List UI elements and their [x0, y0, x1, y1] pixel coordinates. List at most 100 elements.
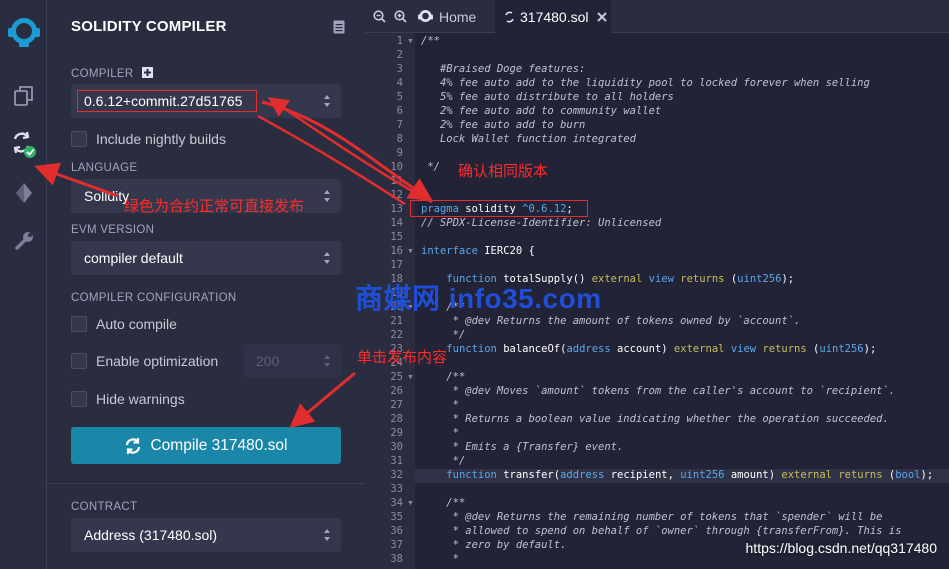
line-number: 4 [396, 77, 403, 89]
line-number: 27 [390, 399, 403, 411]
docs-icon[interactable] [333, 20, 345, 34]
remix-home-icon [418, 10, 433, 22]
confirm-version-annotation: 确认相同版本 [458, 163, 549, 180]
csdn-url-watermark: https://blog.csdn.net/qq317480 [743, 540, 939, 556]
deploy-run-icon[interactable] [0, 173, 47, 213]
line-number: 29 [390, 427, 403, 439]
code-line: * Returns a boolean value indicating whe… [421, 413, 889, 425]
zoom-in-icon[interactable] [394, 10, 407, 23]
compiler-label: COMPILER [71, 67, 153, 80]
panel-title: SOLIDITY COMPILER [71, 18, 227, 35]
compiler-version-highlight-box [77, 90, 257, 112]
fold-toggle-icon[interactable]: ▼ [407, 500, 414, 507]
compile-button[interactable]: Compile 317480.sol [71, 427, 341, 464]
code-line: */ [421, 455, 466, 467]
evm-version-label: EVM VERSION [71, 224, 155, 236]
editor-tab-bar: Home 317480.sol [365, 0, 949, 33]
code-line: * zero by default. [421, 539, 567, 551]
code-line: * @dev Moves `amount` tokens from the ca… [421, 385, 896, 397]
line-number: 1 [396, 35, 403, 47]
logo-icon[interactable] [0, 12, 47, 52]
line-number: 5 [396, 91, 403, 103]
line-number: 36 [390, 525, 403, 537]
compiler-panel: SOLIDITY COMPILER COMPILER 0.6.12+commit… [47, 0, 365, 569]
enable-optimization-checkbox[interactable] [71, 353, 87, 369]
language-label: LANGUAGE [71, 162, 138, 174]
code-line: function balanceOf(address account) exte… [446, 343, 877, 355]
line-number: 11 [390, 175, 403, 187]
line-number: 10 [390, 161, 403, 173]
line-number: 30 [390, 441, 403, 453]
stepper-arrows-icon[interactable] [323, 353, 331, 369]
line-number: 25 [390, 371, 403, 383]
refresh-icon [126, 437, 141, 454]
line-number: 2 [396, 49, 403, 61]
code-line: interface IERC20 { [421, 245, 535, 257]
auto-compile-option[interactable]: Auto compile [71, 316, 177, 332]
code-line: /** [421, 371, 466, 383]
tab-317480-sol[interactable]: 317480.sol [495, 0, 611, 33]
fold-toggle-icon[interactable]: ▼ [407, 38, 414, 45]
code-line: * Emits a {Transfer} event. [421, 441, 624, 453]
code-line: function transfer(address recipient, uin… [446, 469, 934, 481]
code-line: * [421, 553, 459, 565]
click-publish-annotation: 单击发布内容 [357, 349, 448, 366]
optimization-runs-input[interactable]: 200 [244, 344, 341, 378]
code-line: 4% fee auto add to the liquidity pool to… [421, 77, 870, 89]
green-status-annotation: 绿色为合约正常可直接发布 [124, 198, 305, 215]
language-value: Solidity [84, 188, 130, 204]
code-line: */ [421, 329, 466, 341]
code-line: * [421, 427, 459, 439]
line-number: 33 [390, 483, 403, 495]
line-number: 37 [390, 539, 403, 551]
line-number: 8 [396, 133, 403, 145]
add-compiler-icon[interactable] [141, 67, 153, 78]
select-arrows-icon [324, 190, 330, 202]
nightly-builds-option[interactable]: Include nightly builds [71, 131, 226, 147]
select-arrows-icon [324, 95, 330, 107]
solidity-compiler-icon[interactable] [0, 125, 47, 165]
code-line: * @dev Returns the remaining number of t… [421, 511, 883, 523]
line-number: 22 [390, 329, 403, 341]
select-arrows-icon [324, 529, 330, 541]
code-line: * allowed to spend on behalf of `owner` … [421, 525, 902, 537]
contract-value: Address (317480.sol) [84, 527, 218, 543]
file-explorer-icon[interactable] [0, 76, 47, 116]
line-number: 26 [390, 385, 403, 397]
panel-divider [47, 483, 365, 484]
line-number: 15 [390, 231, 403, 243]
contract-select[interactable]: Address (317480.sol) [71, 518, 341, 552]
zoom-out-icon[interactable] [373, 10, 386, 23]
auto-compile-checkbox[interactable] [71, 316, 87, 332]
line-number: 35 [390, 511, 403, 523]
evm-version-select[interactable]: compiler default [71, 241, 341, 275]
hide-warnings-option[interactable]: Hide warnings [71, 391, 185, 407]
code-line: /** [421, 497, 466, 509]
enable-optimization-option[interactable]: Enable optimization [71, 353, 218, 369]
line-number: 9 [396, 147, 403, 159]
select-arrows-icon [324, 252, 330, 264]
hide-warnings-checkbox[interactable] [71, 391, 87, 407]
watermark: 商媒网 info35.com [355, 283, 602, 314]
code-line: Lock Wallet function integrated [421, 133, 636, 145]
close-tab-icon[interactable] [596, 11, 607, 22]
line-number: 14 [390, 217, 403, 229]
code-line: // SPDX-License-Identifier: Unlicensed [421, 217, 662, 229]
line-number: 38 [390, 553, 403, 565]
fold-toggle-icon[interactable]: ▼ [407, 248, 414, 255]
code-line: 2% fee auto add to burn [421, 119, 586, 131]
line-number: 7 [396, 119, 403, 131]
nightly-builds-checkbox[interactable] [71, 131, 87, 147]
solidity-file-icon [505, 11, 514, 22]
code-line: #Braised Doge features: [421, 63, 586, 75]
settings-icon[interactable] [0, 221, 47, 261]
tab-home[interactable]: Home [415, 0, 495, 33]
code-line: */ [421, 161, 440, 173]
icon-rail [0, 0, 47, 569]
code-line: * [421, 399, 459, 411]
compiler-config-label: COMPILER CONFIGURATION [71, 292, 237, 304]
code-line: /** [421, 35, 440, 47]
line-number: 6 [396, 105, 403, 117]
line-number: 34 [390, 497, 403, 509]
fold-toggle-icon[interactable]: ▼ [407, 374, 414, 381]
